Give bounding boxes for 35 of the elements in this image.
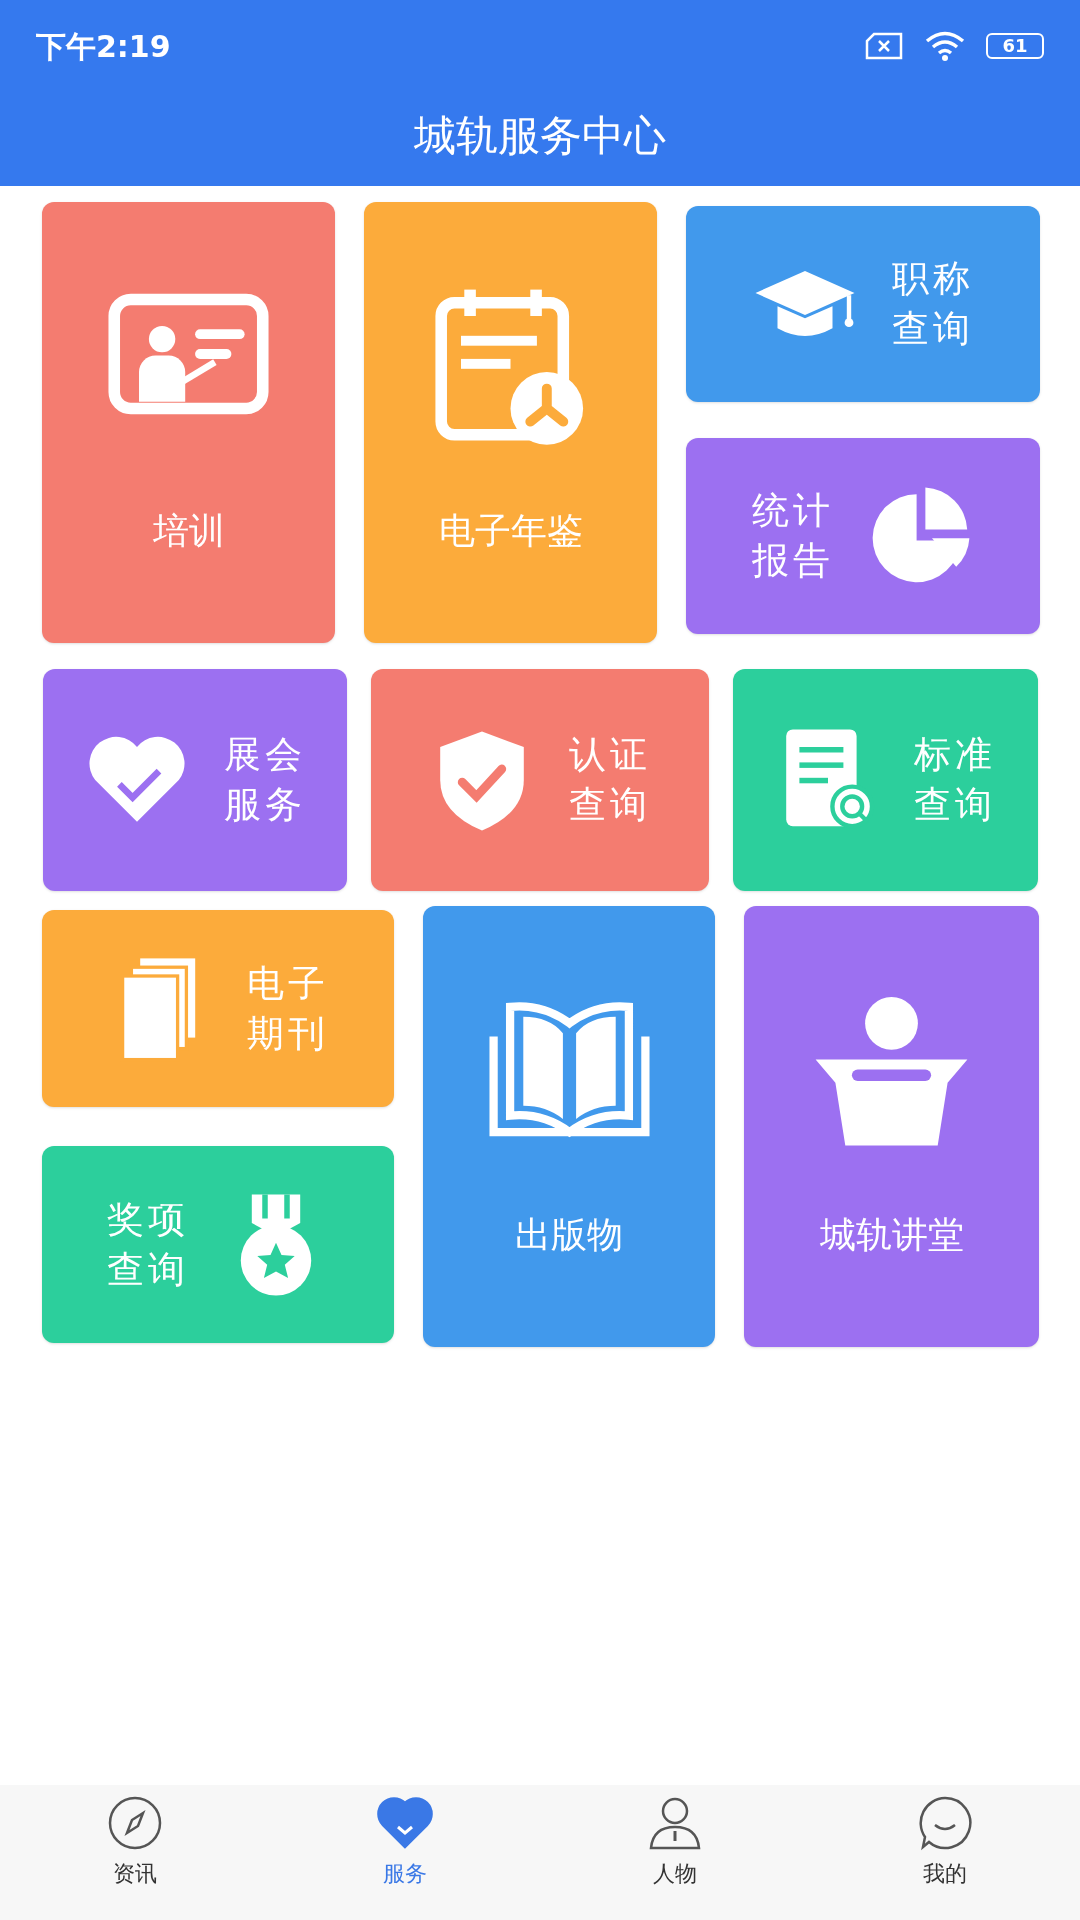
battery-indicator: 61 (986, 33, 1044, 59)
nav-tab[interactable]: 资讯 (0, 1795, 270, 1890)
tile-label: 认证查询 (567, 732, 653, 828)
sim-card-icon (864, 32, 904, 60)
service-tile[interactable]: 电子年鉴 (364, 202, 657, 643)
tile-label: 电子年鉴 (438, 508, 583, 553)
service-tile[interactable]: 奖项查询 (42, 1146, 394, 1343)
compass-icon (107, 1795, 163, 1851)
service-tile[interactable]: 电子期刊 (42, 910, 394, 1107)
person-icon (647, 1795, 703, 1851)
tile-label: 统计报告 (750, 488, 836, 584)
tile-label: 城轨讲堂 (819, 1212, 964, 1257)
service-tile[interactable]: 出版物 (423, 906, 715, 1347)
service-tile[interactable]: 认证查询 (371, 669, 709, 891)
chat-bubble-icon (917, 1795, 973, 1851)
tile-label: 标准查询 (913, 732, 998, 828)
service-tile[interactable]: 职称查询 (686, 206, 1040, 402)
wifi-icon (924, 30, 966, 62)
status-time: 下午2:19 (36, 27, 171, 66)
tile-label: 出版物 (515, 1212, 623, 1257)
service-tile[interactable]: 培训 (42, 202, 335, 643)
tile-label: 奖项查询 (105, 1196, 191, 1293)
service-tile[interactable]: 展会服务 (43, 669, 347, 891)
nav-tab[interactable]: 我的 (810, 1795, 1080, 1890)
tile-label: 电子期刊 (245, 960, 331, 1057)
service-tile[interactable]: 统计报告 (686, 438, 1040, 634)
nav-tab[interactable]: 服务 (270, 1795, 540, 1890)
tile-label: 培训 (152, 508, 225, 553)
service-tile[interactable]: 城轨讲堂 (744, 906, 1039, 1347)
tile-label: 职称查询 (890, 256, 976, 352)
tile-label: 展会服务 (222, 732, 308, 828)
heart-icon (377, 1795, 433, 1851)
nav-tab[interactable]: 人物 (540, 1795, 810, 1890)
page-title: 城轨服务中心 (414, 110, 666, 162)
service-tile[interactable]: 标准查询 (733, 669, 1038, 891)
